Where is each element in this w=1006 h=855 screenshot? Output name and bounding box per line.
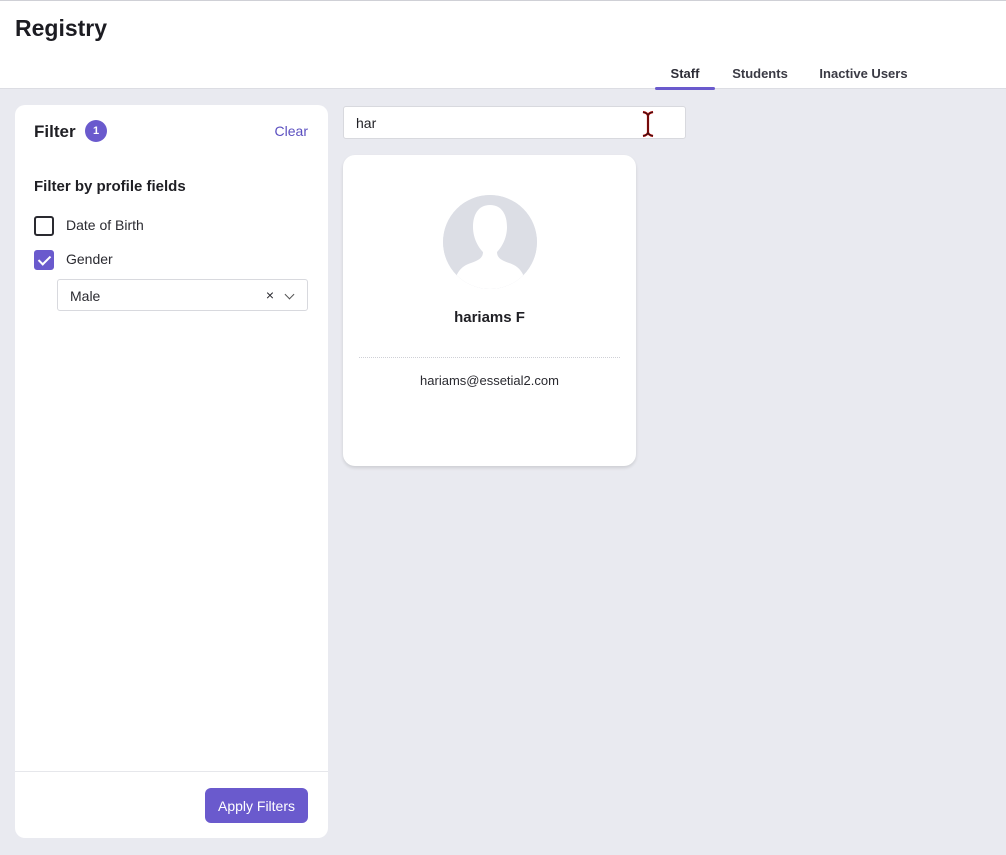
filter-title: Filter <box>34 122 76 141</box>
card-divider <box>359 357 620 358</box>
clear-filters-link[interactable]: Clear <box>275 123 308 139</box>
filter-panel: Filter 1 Clear Filter by profile fields … <box>15 105 328 838</box>
tab-staff[interactable]: Staff <box>655 61 715 90</box>
date-of-birth-checkbox[interactable] <box>34 216 54 236</box>
tab-inactive-users[interactable]: Inactive Users <box>810 61 917 89</box>
filter-panel-footer: Apply Filters <box>15 771 328 838</box>
user-name: hariams F <box>454 309 525 326</box>
top-bar: Registry Staff Students Inactive Users <box>0 0 1006 90</box>
user-card[interactable]: hariams F hariams@essetial2.com <box>343 155 636 466</box>
gender-checkbox[interactable] <box>34 250 54 270</box>
date-of-birth-label: Date of Birth <box>66 217 144 233</box>
gender-select[interactable]: Male × <box>57 279 308 311</box>
avatar <box>443 195 537 289</box>
page-title: Registry <box>15 15 108 41</box>
gender-label: Gender <box>66 251 113 267</box>
filter-count-badge: 1 <box>85 120 107 142</box>
filter-section-title: Filter by profile fields <box>34 178 186 195</box>
apply-filters-button[interactable]: Apply Filters <box>205 788 308 823</box>
gender-select-value: Male <box>70 288 101 304</box>
clear-selection-icon[interactable]: × <box>266 287 274 303</box>
default-user-silhouette-icon <box>443 195 537 289</box>
text-cursor-icon <box>642 110 654 138</box>
chevron-down-icon[interactable] <box>284 289 295 300</box>
user-email: hariams@essetial2.com <box>420 373 559 388</box>
search-input[interactable] <box>343 106 686 139</box>
tab-students[interactable]: Students <box>726 61 794 89</box>
tab-bar: Staff Students Inactive Users <box>0 61 1006 90</box>
